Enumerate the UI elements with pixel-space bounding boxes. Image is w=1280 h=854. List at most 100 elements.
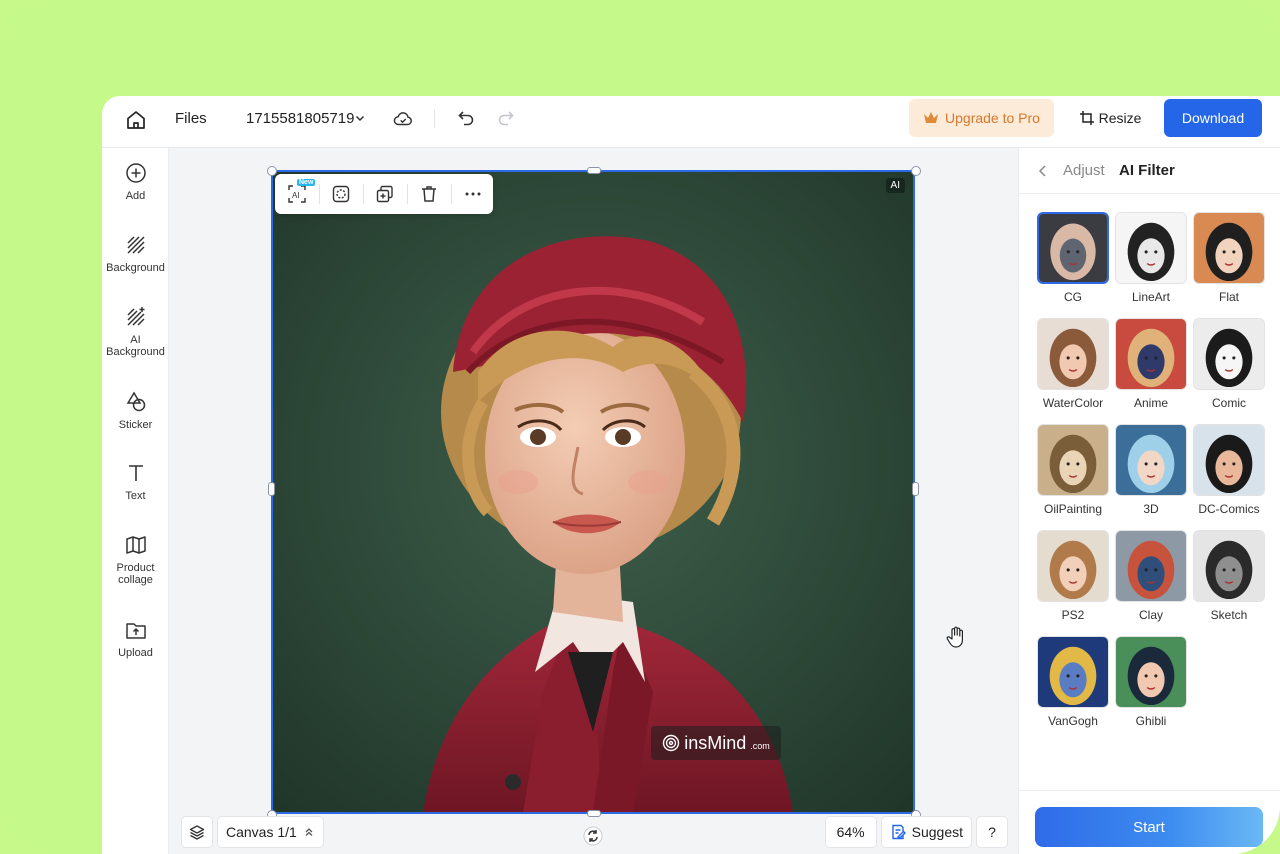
- sidebar-item-product-collage[interactable]: Product collage: [102, 534, 169, 586]
- layers-icon: [189, 825, 205, 840]
- trash-icon[interactable]: [419, 184, 439, 204]
- resize-handle[interactable]: [587, 167, 601, 174]
- filter-thumbnail: [1115, 318, 1187, 390]
- resize-handle[interactable]: [268, 482, 275, 496]
- filter-option-clay[interactable]: Clay: [1115, 530, 1187, 622]
- right-panel: Adjust AI Filter CG LineArt Flat WaterColor…: [1018, 148, 1280, 854]
- portrait-image: [273, 172, 913, 812]
- filter-preview-image: [1116, 213, 1186, 283]
- filter-option-3d[interactable]: 3D: [1115, 424, 1187, 516]
- files-menu[interactable]: Files: [175, 110, 207, 127]
- filter-option-cg[interactable]: CG: [1037, 212, 1109, 304]
- resize-handle[interactable]: [912, 482, 919, 496]
- crop-icon: [1079, 111, 1094, 125]
- outer-frame: Files 1715581805719 Upgrade to Pro Resiz…: [0, 0, 1280, 854]
- left-sidebar: Add Background AI Background Sticker Tex…: [102, 148, 169, 854]
- undo-icon[interactable]: [456, 108, 476, 128]
- start-button[interactable]: Start: [1035, 807, 1263, 847]
- upgrade-label: Upgrade to Pro: [945, 110, 1040, 126]
- chevron-left-icon[interactable]: [1037, 164, 1049, 178]
- divider: [434, 110, 435, 128]
- resize-handle[interactable]: [587, 810, 601, 817]
- filter-thumbnail: [1115, 212, 1187, 284]
- filter-option-watercolor[interactable]: WaterColor: [1037, 318, 1109, 410]
- svg-text:AI: AI: [292, 191, 300, 200]
- resize-label: Resize: [1098, 110, 1142, 126]
- filter-option-oilpainting[interactable]: OilPainting: [1037, 424, 1109, 516]
- divider: [319, 184, 320, 204]
- resize-handle[interactable]: [911, 166, 921, 176]
- artboard[interactable]: AI: [271, 170, 915, 814]
- sidebar-item-upload[interactable]: Upload: [102, 619, 169, 659]
- suggest-button[interactable]: Suggest: [880, 816, 972, 848]
- layers-button[interactable]: [181, 816, 213, 848]
- filter-preview-image: [1194, 425, 1264, 495]
- filter-thumbnail: [1037, 424, 1109, 496]
- redo-icon[interactable]: [496, 108, 516, 128]
- filter-name: Sketch: [1210, 608, 1248, 622]
- filter-thumbnail: [1193, 212, 1265, 284]
- filter-option-comic[interactable]: Comic: [1193, 318, 1265, 410]
- filter-name: WaterColor: [1042, 396, 1104, 410]
- duplicate-icon[interactable]: [375, 184, 395, 204]
- filter-thumbnail: [1115, 636, 1187, 708]
- filter-thumbnail: [1193, 530, 1265, 602]
- resize-button[interactable]: Resize: [1074, 99, 1146, 137]
- filter-preview-image: [1116, 531, 1186, 601]
- filter-name: OilPainting: [1043, 502, 1103, 516]
- sidebar-item-ai-background[interactable]: AI Background: [102, 306, 169, 358]
- canvas-page-selector[interactable]: Canvas 1/1: [217, 816, 324, 848]
- sidebar-item-label: Sticker: [118, 419, 153, 431]
- filter-option-ps2[interactable]: PS2: [1037, 530, 1109, 622]
- ai-tag: AI: [885, 178, 905, 193]
- tab-adjust[interactable]: Adjust: [1063, 162, 1105, 179]
- canvas-area: AI AI New insMind .com Canvas 1/1 64% Su…: [169, 148, 1018, 854]
- filter-option-dc-comics[interactable]: DC-Comics: [1193, 424, 1265, 516]
- home-icon[interactable]: [124, 108, 148, 132]
- crown-icon: [924, 112, 939, 123]
- watermark-brand: insMind: [684, 732, 747, 753]
- sidebar-item-add[interactable]: Add: [102, 162, 169, 202]
- download-button[interactable]: Download: [1164, 99, 1262, 137]
- chevron-up-icon: [305, 828, 313, 836]
- project-name[interactable]: 1715581805719: [246, 110, 354, 127]
- filter-thumbnail: [1193, 318, 1265, 390]
- filter-option-vangogh[interactable]: VanGogh: [1037, 636, 1109, 728]
- plus-circle-icon: [125, 163, 146, 183]
- filter-preview-image: [1116, 319, 1186, 389]
- filter-option-sketch[interactable]: Sketch: [1193, 530, 1265, 622]
- sidebar-item-text[interactable]: Text: [102, 462, 169, 502]
- zoom-level[interactable]: 64%: [824, 816, 877, 848]
- filter-option-lineart[interactable]: LineArt: [1115, 212, 1187, 304]
- filter-preview-image: [1116, 425, 1186, 495]
- remove-background-icon[interactable]: [331, 184, 351, 204]
- filter-name: Flat: [1218, 290, 1239, 304]
- sidebar-item-label: Background: [106, 262, 165, 274]
- hand-cursor-icon: [946, 626, 963, 648]
- ai-tool-icon[interactable]: AI: [287, 184, 307, 204]
- filter-option-flat[interactable]: Flat: [1193, 212, 1265, 304]
- filter-name: 3D: [1143, 502, 1159, 516]
- cloud-sync-icon[interactable]: [392, 108, 414, 130]
- floating-toolbar: AI New: [275, 174, 493, 214]
- filter-preview-image: [1194, 319, 1264, 389]
- suggest-label: Suggest: [911, 824, 963, 840]
- divider: [363, 184, 364, 204]
- sidebar-item-sticker[interactable]: Sticker: [102, 391, 169, 431]
- chevron-down-icon[interactable]: [354, 112, 366, 124]
- filter-preview-image: [1038, 425, 1108, 495]
- editor-app: Files 1715581805719 Upgrade to Pro Resiz…: [102, 96, 1280, 854]
- tab-ai-filter[interactable]: AI Filter: [1119, 162, 1175, 179]
- filter-option-anime[interactable]: Anime: [1115, 318, 1187, 410]
- filter-preview-image: [1038, 531, 1108, 601]
- filter-thumbnail: [1115, 424, 1187, 496]
- rotate-icon[interactable]: [583, 826, 603, 846]
- resize-handle[interactable]: [267, 166, 277, 176]
- filter-preview-image: [1194, 213, 1264, 283]
- upgrade-button[interactable]: Upgrade to Pro: [909, 99, 1054, 137]
- filter-thumbnail: [1037, 318, 1109, 390]
- sidebar-item-background[interactable]: Background: [102, 234, 169, 274]
- filter-option-ghibli[interactable]: Ghibli: [1115, 636, 1187, 728]
- more-icon[interactable]: [463, 184, 483, 204]
- help-button[interactable]: ?: [976, 816, 1008, 848]
